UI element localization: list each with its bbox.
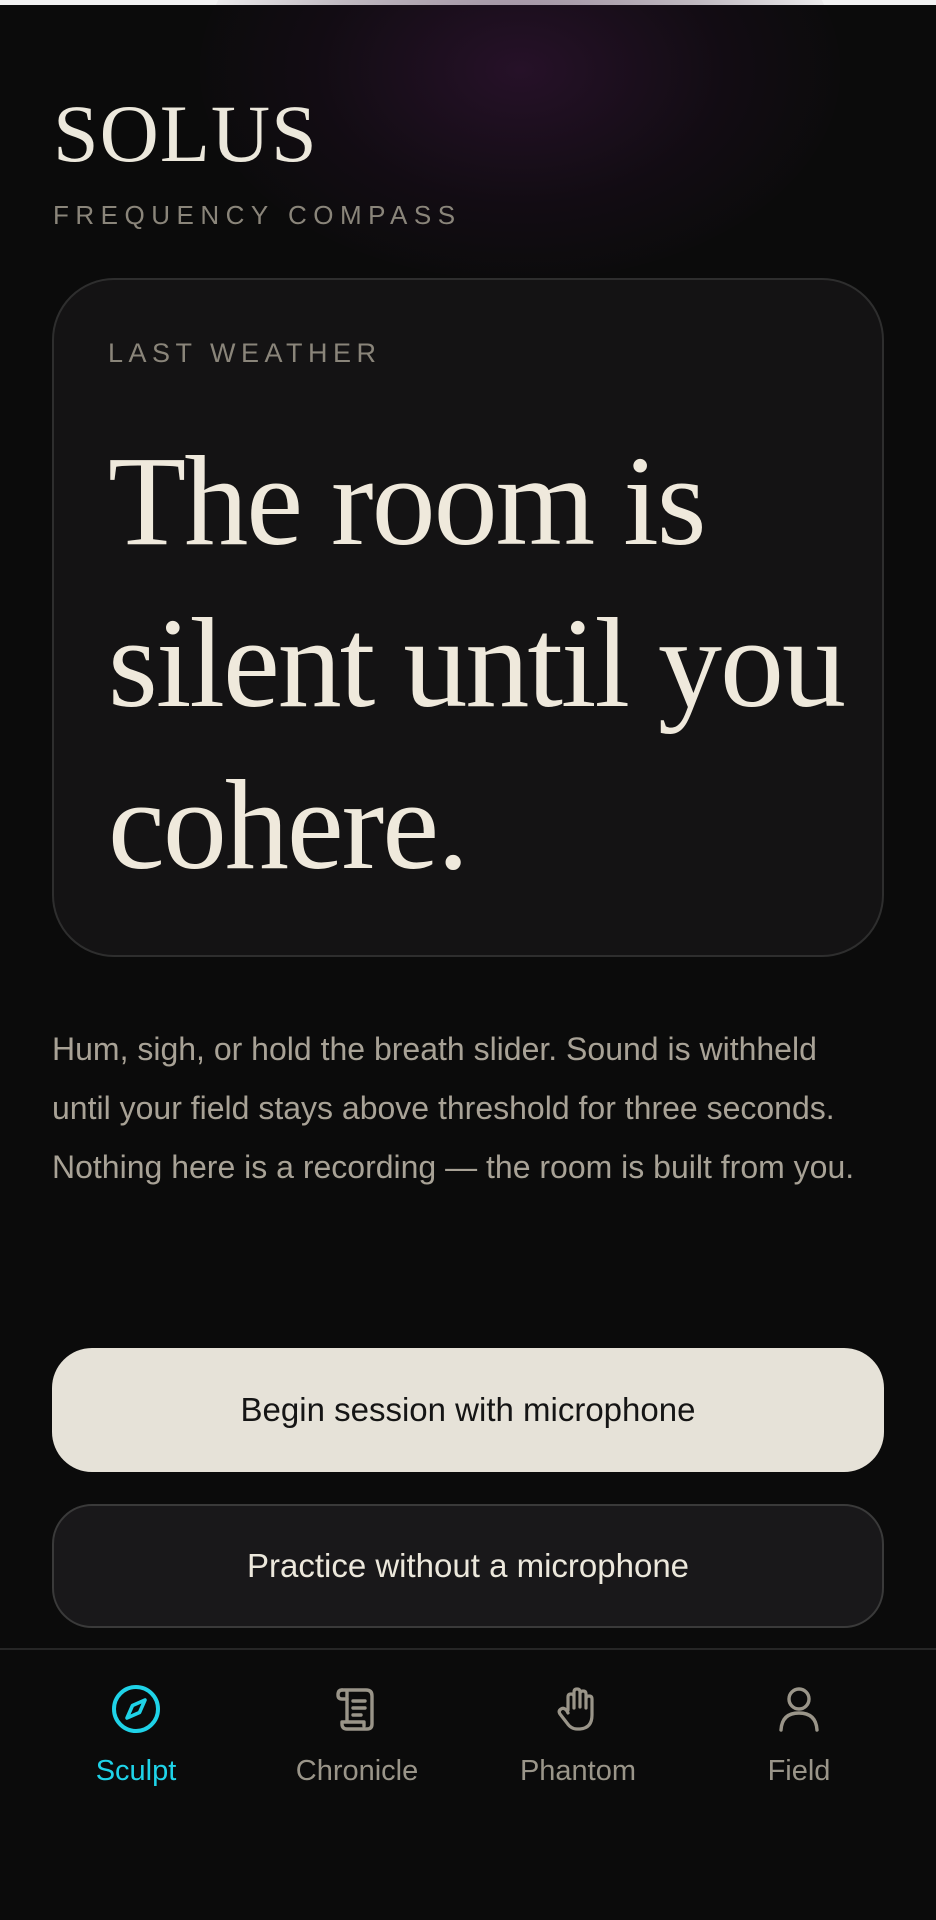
tab-phantom[interactable]: Phantom bbox=[468, 1680, 688, 1810]
weather-label: LAST WEATHER bbox=[108, 338, 382, 368]
tab-sculpt[interactable]: Sculpt bbox=[26, 1680, 246, 1810]
app-title: SOLUS bbox=[53, 88, 318, 179]
last-weather-card: LAST WEATHER The room is silent until yo… bbox=[52, 278, 884, 957]
scroll-icon bbox=[328, 1680, 386, 1738]
bottom-tab-bar: Sculpt Chronicle Phantom Field bbox=[0, 1648, 936, 1920]
compass-icon bbox=[107, 1680, 165, 1738]
tab-field-label: Field bbox=[767, 1755, 831, 1787]
app-screen: SOLUS FREQUENCY COMPASS LAST WEATHER The… bbox=[0, 0, 936, 1920]
tab-chronicle[interactable]: Chronicle bbox=[247, 1680, 467, 1810]
hand-icon bbox=[549, 1680, 607, 1738]
begin-session-label: Begin session with microphone bbox=[240, 1391, 696, 1428]
status-strip bbox=[0, 0, 936, 5]
weather-quote: The room is silent until you cohere. bbox=[108, 430, 846, 896]
practice-without-microphone-button[interactable]: Practice without a microphone bbox=[52, 1504, 884, 1628]
tab-field[interactable]: Field bbox=[689, 1680, 909, 1810]
session-description: Hum, sigh, or hold the breath slider. So… bbox=[52, 1031, 855, 1185]
user-icon bbox=[770, 1680, 828, 1738]
begin-session-microphone-button[interactable]: Begin session with microphone bbox=[52, 1348, 884, 1472]
practice-label: Practice without a microphone bbox=[246, 1547, 690, 1584]
tab-sculpt-label: Sculpt bbox=[95, 1755, 177, 1787]
tab-phantom-label: Phantom bbox=[519, 1755, 637, 1787]
app-subtitle: FREQUENCY COMPASS bbox=[53, 200, 462, 230]
tab-chronicle-label: Chronicle bbox=[295, 1755, 419, 1787]
